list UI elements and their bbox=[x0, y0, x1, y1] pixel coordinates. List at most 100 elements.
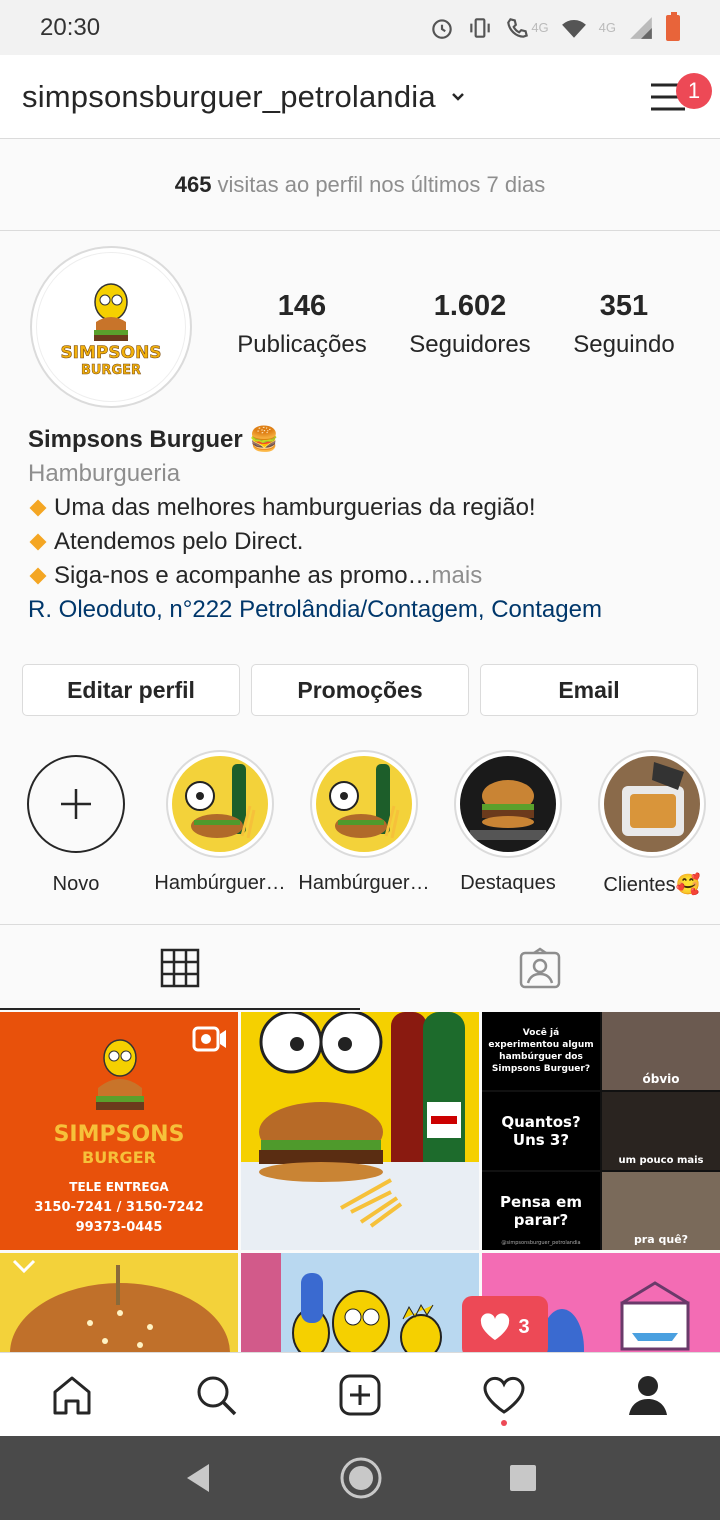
stat-value: 351 bbox=[599, 290, 649, 322]
highlight-label: Destaques bbox=[460, 872, 556, 894]
tagged-icon bbox=[519, 946, 561, 988]
post-thumbnail[interactable]: Você já experimentou algum hambúrguer do… bbox=[482, 1012, 720, 1250]
profile-bio: Simpsons Burguer 🍔 Hamburgueria Uma das … bbox=[28, 423, 698, 627]
avatar[interactable]: SIMPSONS BURGER bbox=[30, 246, 192, 408]
meme-text: Quantos? Uns 3? bbox=[501, 1113, 581, 1149]
profile-actions: Editar perfil Promoções Email bbox=[22, 664, 698, 716]
tab-grid[interactable] bbox=[0, 925, 360, 1010]
burger-mascot-image bbox=[96, 1039, 144, 1110]
bio-line: Siga-nos e acompanhe as promo… mais bbox=[28, 559, 698, 593]
wifi-icon bbox=[561, 15, 587, 41]
meme-text: Você já experimentou algum hambúrguer do… bbox=[488, 1028, 594, 1074]
stat-label: Seguidores bbox=[409, 331, 531, 358]
chevron-down-icon[interactable] bbox=[450, 89, 466, 105]
stat-following[interactable]: 351 Seguindo bbox=[573, 290, 674, 359]
avatar-logo-text-1: SIMPSONS bbox=[60, 343, 161, 363]
notification-badge: 1 bbox=[676, 72, 712, 109]
story-highlights: Novo Hambúrguer… Hambúrguer… Destaques C… bbox=[0, 750, 720, 900]
highlight-new[interactable]: Novo bbox=[6, 750, 146, 896]
highlight-item[interactable]: Hambúrguer… bbox=[294, 750, 434, 895]
simpsons-family-image bbox=[241, 1253, 479, 1352]
burger-beer-photo bbox=[241, 1012, 479, 1250]
bottom-navigation bbox=[0, 1352, 720, 1436]
likes-count: 3 bbox=[518, 1315, 530, 1338]
call-4g-label: 4G bbox=[531, 20, 549, 35]
status-time: 20:30 bbox=[40, 13, 101, 41]
nav-search[interactable] bbox=[144, 1353, 288, 1436]
profile-tabs bbox=[0, 924, 720, 1010]
meme-caption: pra quê? bbox=[633, 1233, 689, 1246]
diamond-bullet-icon bbox=[29, 533, 47, 551]
stat-label: Seguindo bbox=[573, 331, 675, 358]
back-icon[interactable] bbox=[183, 1462, 213, 1494]
more-link[interactable]: mais bbox=[432, 559, 483, 593]
highlight-item[interactable]: Destaques bbox=[438, 750, 578, 895]
highlight-cover bbox=[604, 756, 700, 852]
nav-new-post[interactable] bbox=[288, 1353, 432, 1436]
call-4g-icon: 4G bbox=[505, 15, 549, 41]
status-icons: 4G 4G bbox=[429, 11, 680, 41]
recents-icon[interactable] bbox=[509, 1464, 537, 1492]
tab-tagged[interactable] bbox=[360, 925, 720, 1010]
stat-value: 1.602 bbox=[433, 290, 507, 322]
post-thumbnail[interactable] bbox=[241, 1012, 479, 1250]
home-circle-icon[interactable] bbox=[339, 1456, 383, 1500]
nav-profile[interactable] bbox=[576, 1353, 720, 1436]
profile-category: Hamburgueria bbox=[28, 460, 181, 487]
post-line: TELE ENTREGA bbox=[69, 1180, 169, 1194]
edit-profile-button[interactable]: Editar perfil bbox=[22, 664, 240, 716]
diamond-bullet-icon bbox=[29, 567, 47, 585]
network-label: 4G bbox=[598, 20, 616, 35]
nav-activity[interactable] bbox=[432, 1353, 576, 1436]
address-link[interactable]: R. Oleoduto, n°222 Petrolândia/Contagem,… bbox=[28, 593, 698, 627]
alarm-icon bbox=[429, 15, 455, 41]
home-icon bbox=[53, 1376, 91, 1414]
meme-text: Pensa em parar? bbox=[500, 1193, 582, 1229]
video-icon bbox=[192, 1026, 226, 1052]
stat-value: 146 bbox=[277, 290, 327, 322]
bio-line: Uma das melhores hamburguerias da região… bbox=[28, 491, 698, 525]
post-title: SIMPSONS bbox=[53, 1122, 185, 1147]
post-thumbnail[interactable]: SIMPSONS BURGER TELE ENTREGA 3150-7241 /… bbox=[0, 1012, 238, 1250]
stat-followers[interactable]: 1.602 Seguidores bbox=[409, 290, 530, 359]
profile-icon bbox=[629, 1375, 667, 1415]
highlight-cover bbox=[460, 756, 556, 852]
grid-icon bbox=[160, 948, 200, 987]
post-thumbnail[interactable] bbox=[0, 1253, 238, 1352]
battery-icon bbox=[666, 11, 680, 41]
activity-dot bbox=[501, 1420, 507, 1426]
post-line: 3150-7241 / 3150-7242 bbox=[34, 1200, 204, 1215]
profile-stats: 146 Publicações 1.602 Seguidores 351 Seg… bbox=[216, 290, 696, 359]
menu-button[interactable]: 1 bbox=[638, 67, 712, 127]
email-button[interactable]: Email bbox=[480, 664, 698, 716]
vibrate-icon bbox=[467, 15, 493, 41]
visits-text: visitas ao perfil nos últimos 7 dias bbox=[217, 172, 546, 197]
highlight-label: Novo bbox=[52, 873, 100, 895]
username-title[interactable]: simpsonsburguer_petrolandia bbox=[22, 79, 436, 115]
signal-icon bbox=[628, 15, 654, 41]
avatar-logo: SIMPSONS BURGER bbox=[36, 252, 186, 402]
highlight-item[interactable]: Hambúrguer… bbox=[150, 750, 290, 895]
bio-line: Atendemos pelo Direct. bbox=[28, 525, 698, 559]
highlight-label: Hambúrguer… bbox=[298, 872, 430, 894]
highlight-item[interactable]: Clientes🥰 bbox=[582, 750, 720, 897]
visits-count: 465 bbox=[174, 172, 212, 197]
status-bar: 20:30 4G 4G bbox=[0, 0, 720, 55]
post-subtitle: BURGER bbox=[82, 1148, 156, 1167]
post-line: 99373-0445 bbox=[75, 1220, 163, 1235]
profile-name: Simpsons Burguer 🍔 bbox=[28, 426, 280, 453]
post-thumbnail[interactable] bbox=[241, 1253, 479, 1352]
nav-home[interactable] bbox=[0, 1353, 144, 1436]
search-icon bbox=[197, 1376, 237, 1415]
profile-visits-banner[interactable]: 465 visitas ao perfil nos últimos 7 dias bbox=[0, 140, 720, 231]
highlight-cover bbox=[172, 756, 268, 852]
meme-caption: um pouco mais bbox=[618, 1155, 704, 1166]
heart-icon bbox=[483, 1376, 525, 1414]
system-navigation-bar bbox=[0, 1436, 720, 1520]
posts-grid: SIMPSONS BURGER TELE ENTREGA 3150-7241 /… bbox=[0, 1012, 720, 1352]
activity-notification-bubble[interactable]: 3 bbox=[462, 1296, 548, 1368]
stat-posts[interactable]: 146 Publicações bbox=[237, 290, 366, 359]
add-highlight-button[interactable] bbox=[27, 755, 125, 853]
burger-closeup-photo bbox=[0, 1253, 238, 1352]
promotions-button[interactable]: Promoções bbox=[251, 664, 469, 716]
